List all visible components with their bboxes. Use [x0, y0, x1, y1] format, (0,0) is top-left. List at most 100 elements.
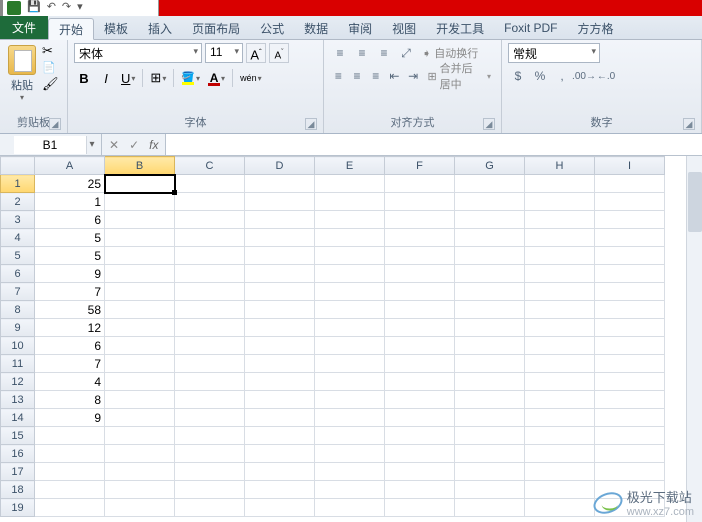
cell-A1[interactable]: 25 — [35, 175, 105, 193]
row-header-7[interactable]: 7 — [1, 283, 35, 301]
tab-file[interactable]: 文件 — [0, 15, 48, 39]
cell-C12[interactable] — [175, 373, 245, 391]
border-button[interactable]: ⊞ — [147, 67, 169, 89]
cell-C3[interactable] — [175, 211, 245, 229]
cell-D14[interactable] — [245, 409, 315, 427]
cell-E9[interactable] — [315, 319, 385, 337]
cell-I3[interactable] — [595, 211, 665, 229]
cell-B12[interactable] — [105, 373, 175, 391]
cell-I18[interactable] — [595, 481, 665, 499]
cell-C8[interactable] — [175, 301, 245, 319]
cell-C5[interactable] — [175, 247, 245, 265]
col-header-C[interactable]: C — [175, 157, 245, 175]
cell-H15[interactable] — [525, 427, 595, 445]
cell-F16[interactable] — [385, 445, 455, 463]
row-header-3[interactable]: 3 — [1, 211, 35, 229]
cell-I11[interactable] — [595, 355, 665, 373]
align-middle-button[interactable]: ≡ — [352, 43, 372, 63]
cell-E6[interactable] — [315, 265, 385, 283]
cell-C7[interactable] — [175, 283, 245, 301]
cell-B6[interactable] — [105, 265, 175, 283]
cell-E7[interactable] — [315, 283, 385, 301]
formula-input[interactable] — [166, 134, 702, 155]
row-header-11[interactable]: 11 — [1, 355, 35, 373]
number-format-combo[interactable]: 常规 — [508, 43, 600, 63]
col-header-E[interactable]: E — [315, 157, 385, 175]
formula-accept-button[interactable]: ✓ — [126, 138, 142, 152]
cell-G13[interactable] — [455, 391, 525, 409]
cell-I13[interactable] — [595, 391, 665, 409]
cell-B16[interactable] — [105, 445, 175, 463]
cell-A16[interactable] — [35, 445, 105, 463]
cell-B5[interactable] — [105, 247, 175, 265]
row-header-14[interactable]: 14 — [1, 409, 35, 427]
cell-D8[interactable] — [245, 301, 315, 319]
cell-D13[interactable] — [245, 391, 315, 409]
col-header-D[interactable]: D — [245, 157, 315, 175]
cell-D19[interactable] — [245, 499, 315, 517]
cell-F9[interactable] — [385, 319, 455, 337]
col-header-H[interactable]: H — [525, 157, 595, 175]
alignment-dialog-launcher[interactable]: ◢ — [483, 118, 495, 130]
font-dialog-launcher[interactable]: ◢ — [305, 118, 317, 130]
row-header-8[interactable]: 8 — [1, 301, 35, 319]
cell-H19[interactable] — [525, 499, 595, 517]
name-box-input[interactable] — [14, 136, 86, 154]
cell-G4[interactable] — [455, 229, 525, 247]
cell-A7[interactable]: 7 — [35, 283, 105, 301]
cell-G17[interactable] — [455, 463, 525, 481]
cell-A11[interactable]: 7 — [35, 355, 105, 373]
number-dialog-launcher[interactable]: ◢ — [683, 118, 695, 130]
cell-D1[interactable] — [245, 175, 315, 193]
cell-I12[interactable] — [595, 373, 665, 391]
cell-D18[interactable] — [245, 481, 315, 499]
cell-D16[interactable] — [245, 445, 315, 463]
cell-E2[interactable] — [315, 193, 385, 211]
cell-A19[interactable] — [35, 499, 105, 517]
cell-F1[interactable] — [385, 175, 455, 193]
cell-E13[interactable] — [315, 391, 385, 409]
cell-A15[interactable] — [35, 427, 105, 445]
cell-A4[interactable]: 5 — [35, 229, 105, 247]
cell-H18[interactable] — [525, 481, 595, 499]
cell-I10[interactable] — [595, 337, 665, 355]
qat-customize-icon[interactable]: ▾ — [75, 0, 85, 13]
cell-H3[interactable] — [525, 211, 595, 229]
tab-6[interactable]: 审阅 — [338, 17, 382, 39]
cell-F6[interactable] — [385, 265, 455, 283]
cell-E11[interactable] — [315, 355, 385, 373]
cell-A3[interactable]: 6 — [35, 211, 105, 229]
cell-B18[interactable] — [105, 481, 175, 499]
cell-F10[interactable] — [385, 337, 455, 355]
vertical-scrollbar[interactable] — [686, 156, 702, 522]
align-center-button[interactable]: ≡ — [349, 66, 366, 86]
cell-D5[interactable] — [245, 247, 315, 265]
name-box-dropdown[interactable]: ▾ — [86, 136, 97, 154]
align-left-button[interactable]: ≡ — [330, 66, 347, 86]
cell-E3[interactable] — [315, 211, 385, 229]
cell-F4[interactable] — [385, 229, 455, 247]
cell-A10[interactable]: 6 — [35, 337, 105, 355]
cell-G16[interactable] — [455, 445, 525, 463]
cell-C18[interactable] — [175, 481, 245, 499]
cell-F12[interactable] — [385, 373, 455, 391]
cell-H1[interactable] — [525, 175, 595, 193]
cell-C11[interactable] — [175, 355, 245, 373]
col-header-G[interactable]: G — [455, 157, 525, 175]
accounting-format-button[interactable]: $ — [508, 66, 528, 86]
cell-F5[interactable] — [385, 247, 455, 265]
cell-B1[interactable] — [105, 175, 175, 193]
cell-C4[interactable] — [175, 229, 245, 247]
font-size-combo[interactable]: 11 — [205, 43, 243, 63]
cell-E10[interactable] — [315, 337, 385, 355]
col-header-A[interactable]: A — [35, 157, 105, 175]
cell-I5[interactable] — [595, 247, 665, 265]
cell-H5[interactable] — [525, 247, 595, 265]
tab-9[interactable]: Foxit PDF — [494, 17, 567, 39]
row-header-4[interactable]: 4 — [1, 229, 35, 247]
row-header-13[interactable]: 13 — [1, 391, 35, 409]
cell-H6[interactable] — [525, 265, 595, 283]
cell-C1[interactable] — [175, 175, 245, 193]
cut-icon[interactable]: ✂ — [42, 43, 59, 59]
cell-F13[interactable] — [385, 391, 455, 409]
